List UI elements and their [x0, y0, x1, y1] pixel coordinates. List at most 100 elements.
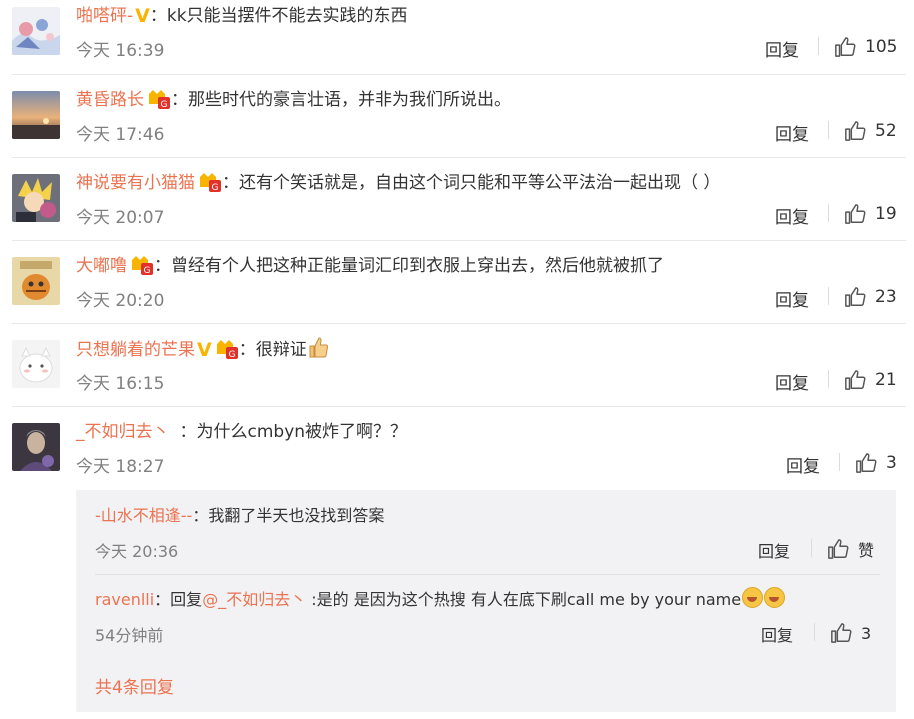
avatar[interactable] [12, 340, 60, 388]
comment-item: 大嘟噜 G ：曾经有个人把这种正能量词汇印到衣服上穿出去，然后他就被抓了 今天 20… [0, 250, 914, 323]
reply-button[interactable]: 回复 [761, 622, 793, 646]
username[interactable]: 只想躺着的芒果 [76, 340, 195, 360]
thumbs-up-icon [845, 370, 866, 390]
like-button[interactable]: 105 [834, 34, 897, 60]
thumbs-up-icon [845, 121, 866, 141]
reply-prefix: ：回复 [154, 590, 203, 609]
like-button[interactable]: 赞 [827, 536, 874, 562]
thumbs-up-icon [828, 539, 849, 559]
comment-text: ：还有个笑话就是，自由这个词只能和平等公平法治一起出现（ ） [222, 173, 721, 193]
comment-item: 神说要有小猫猫 G ：还有个笑话就是，自由这个词只能和平等公平法治一起出现（ ） 今… [0, 167, 914, 240]
username[interactable]: 黄昏路长 [76, 90, 144, 110]
sub-replies-panel: -山水不相逢--：我翻了半天也没找到答案 今天 20:36 回复 赞 raven… [76, 490, 896, 712]
like-button[interactable]: 3 [855, 450, 897, 476]
like-count: 52 [875, 121, 897, 141]
like-count: 19 [875, 204, 897, 224]
mention-link[interactable]: @_不如归去丶 [202, 590, 306, 609]
thumbs-up-icon [831, 623, 852, 643]
like-count: 3 [886, 453, 897, 473]
username[interactable]: 神说要有小猫猫 [76, 173, 195, 193]
divider [814, 623, 815, 641]
laughing-emoji-icon [742, 587, 764, 608]
reply-text: :是的 是因为这个热搜 有人在底下刷call me by your name [306, 590, 742, 609]
avatar[interactable] [12, 423, 60, 471]
comment-item: _不如归去丶 ：为什么cmbyn被炸了啊？？ 今天 18:27 回复 3 [0, 416, 914, 490]
avatar[interactable] [12, 257, 60, 305]
thumbs-up-icon [856, 453, 877, 473]
like-count: 23 [875, 287, 897, 307]
comment-text: ：很辩证 [238, 340, 307, 360]
like-button[interactable]: 19 [844, 201, 897, 227]
like-count: 3 [861, 623, 872, 643]
reply-button[interactable]: 回复 [775, 120, 809, 145]
like-count: 21 [875, 370, 897, 390]
reply-button[interactable]: 回复 [775, 369, 809, 394]
divider [818, 37, 819, 55]
timestamp: 今天 20:07 [76, 208, 165, 228]
divider [811, 539, 812, 557]
divider [12, 157, 906, 158]
timestamp: 54分钟前 [95, 626, 164, 645]
username[interactable]: 大嘟噜 [76, 256, 127, 276]
member-badge-icon: G [147, 88, 171, 110]
member-badge-icon: G [198, 171, 222, 193]
comment-item: 啪嗒砰- V：kk只能当摆件不能去实践的东西 今天 16:39 回复 105 [0, 0, 914, 74]
divider [12, 74, 906, 75]
divider [828, 287, 829, 305]
like-button[interactable]: 21 [844, 367, 897, 393]
timestamp: 今天 20:20 [76, 291, 165, 311]
comment-item: 只想躺着的芒果 V G ：很辩证 今天 16:15 回复 21 [0, 333, 914, 406]
thumbs-up-icon [835, 37, 856, 57]
reply-button[interactable]: 回复 [775, 286, 809, 311]
member-badge-icon: G [215, 338, 239, 360]
verified-v-icon: V [197, 339, 212, 361]
svg-text:G: G [161, 100, 168, 110]
sub-reply-item: -山水不相逢--：我翻了半天也没找到答案 今天 20:36 回复 赞 [76, 500, 896, 574]
timestamp: 今天 16:15 [76, 374, 165, 394]
like-button[interactable]: 23 [844, 284, 897, 310]
comment-text: ：那些时代的豪言壮语，并非为我们所说出。 [171, 90, 511, 110]
username[interactable]: 啪嗒砰- [76, 6, 133, 26]
reply-text: ：我翻了半天也没找到答案 [192, 506, 385, 525]
thumbs-up-icon [845, 287, 866, 307]
avatar[interactable] [12, 174, 60, 222]
svg-text:G: G [228, 350, 235, 360]
view-more-replies-link[interactable]: 共4条回复 [95, 673, 174, 698]
comment-text: ：kk只能当摆件不能去实践的东西 [149, 6, 408, 26]
divider [12, 240, 906, 241]
like-button[interactable]: 52 [844, 118, 897, 144]
svg-text:G: G [144, 266, 151, 276]
divider [839, 453, 840, 471]
comment-item: 黄昏路长 G ：那些时代的豪言壮语，并非为我们所说出。 今天 17:46 回复 52 [0, 84, 914, 157]
reply-button[interactable]: 回复 [786, 452, 820, 477]
username[interactable]: _不如归去丶 [76, 422, 170, 442]
laughing-emoji-icon [764, 587, 786, 608]
divider [95, 574, 880, 575]
timestamp: 今天 20:36 [95, 542, 179, 561]
username[interactable]: ravenlli [95, 590, 154, 609]
comment-text: ：曾经有个人把这种正能量词汇印到衣服上穿出去，然后他就被抓了 [154, 256, 664, 276]
timestamp: 今天 16:39 [76, 41, 165, 61]
member-badge-icon: G [130, 254, 154, 276]
timestamp: 今天 18:27 [76, 457, 165, 477]
reply-button[interactable]: 回复 [765, 36, 799, 61]
divider [12, 406, 906, 407]
thumbs-up-emoji-icon [307, 335, 329, 359]
divider [828, 121, 829, 139]
reply-button[interactable]: 回复 [775, 203, 809, 228]
divider [828, 204, 829, 222]
svg-text:G: G [212, 183, 219, 193]
avatar[interactable] [12, 7, 60, 55]
avatar[interactable] [12, 91, 60, 139]
sub-reply-item: ravenlli：回复@_不如归去丶 :是的 是因为这个热搜 有人在底下刷cal… [76, 584, 896, 658]
like-count: 赞 [858, 541, 875, 560]
divider [12, 323, 906, 324]
like-count: 105 [865, 37, 898, 57]
divider [828, 370, 829, 388]
username[interactable]: -山水不相逢-- [95, 506, 192, 525]
thumbs-up-icon [845, 204, 866, 224]
reply-button[interactable]: 回复 [758, 538, 790, 562]
comment-text: ：为什么cmbyn被炸了啊？？ [179, 422, 408, 442]
like-button[interactable]: 3 [830, 620, 871, 646]
timestamp: 今天 17:46 [76, 125, 165, 145]
